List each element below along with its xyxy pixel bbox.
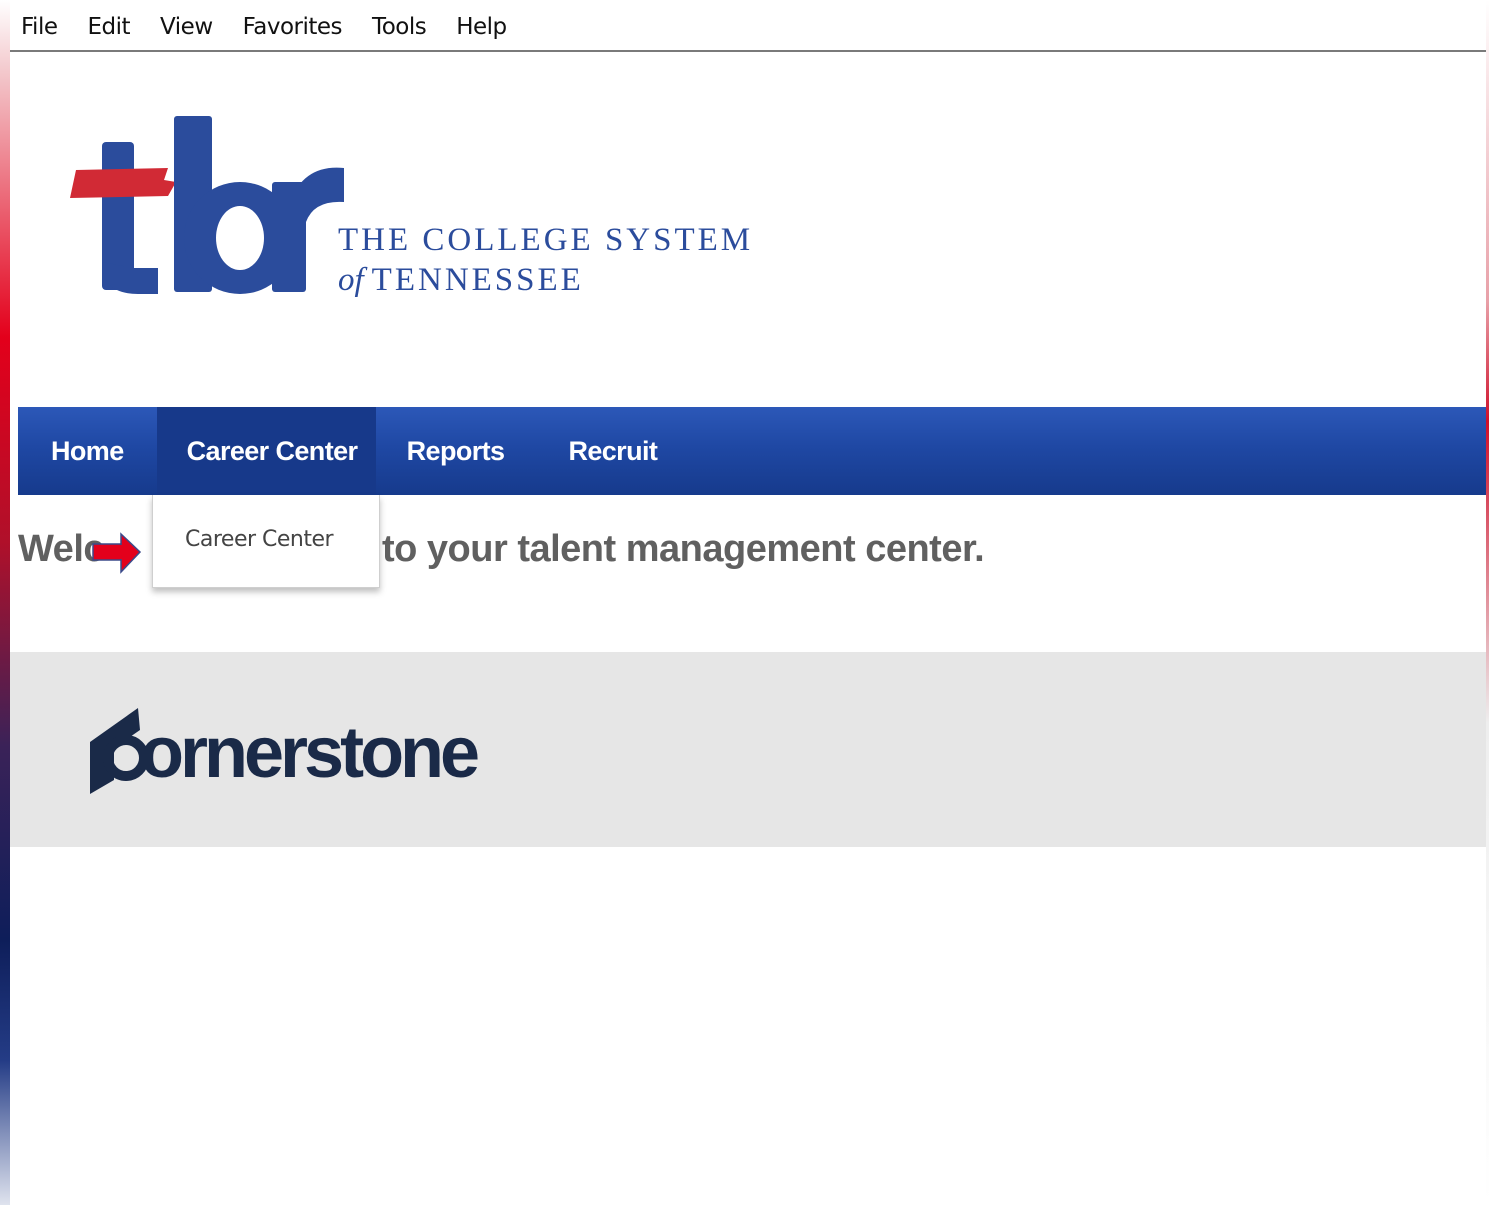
career-center-dropdown: Career Center: [152, 495, 380, 588]
arrow-right-icon: [92, 532, 142, 574]
menu-view[interactable]: View: [160, 14, 213, 40]
nav-career-center[interactable]: Career Center: [156, 407, 376, 495]
logo-tagline-line1: THE COLLEGE SYSTEM: [338, 222, 754, 258]
nav-recruit[interactable]: Recruit: [536, 407, 689, 495]
nav-home[interactable]: Home: [18, 407, 157, 495]
menu-bar: File Edit View Favorites Tools Help: [10, 4, 1486, 52]
left-edge-decoration: [0, 0, 10, 1205]
main-nav: Home Career Center Reports Recruit: [18, 407, 1486, 495]
menu-favorites[interactable]: Favorites: [243, 14, 343, 40]
menu-file[interactable]: File: [21, 14, 58, 40]
menu-tools[interactable]: Tools: [372, 14, 427, 40]
nav-reports[interactable]: Reports: [376, 407, 537, 495]
dropdown-item-career-center[interactable]: Career Center: [185, 527, 334, 552]
logo-tagline-of: of: [338, 262, 364, 298]
cornerstone-logo-text: ornerstone: [140, 713, 480, 793]
menu-help[interactable]: Help: [456, 14, 507, 40]
logo-tagline-tennessee: TENNESSEE: [371, 262, 584, 298]
logo-tagline-line2: of TENNESSEE: [338, 262, 584, 299]
welcome-text-end: to your talent management center.: [382, 528, 985, 570]
menu-edit[interactable]: Edit: [88, 14, 131, 40]
